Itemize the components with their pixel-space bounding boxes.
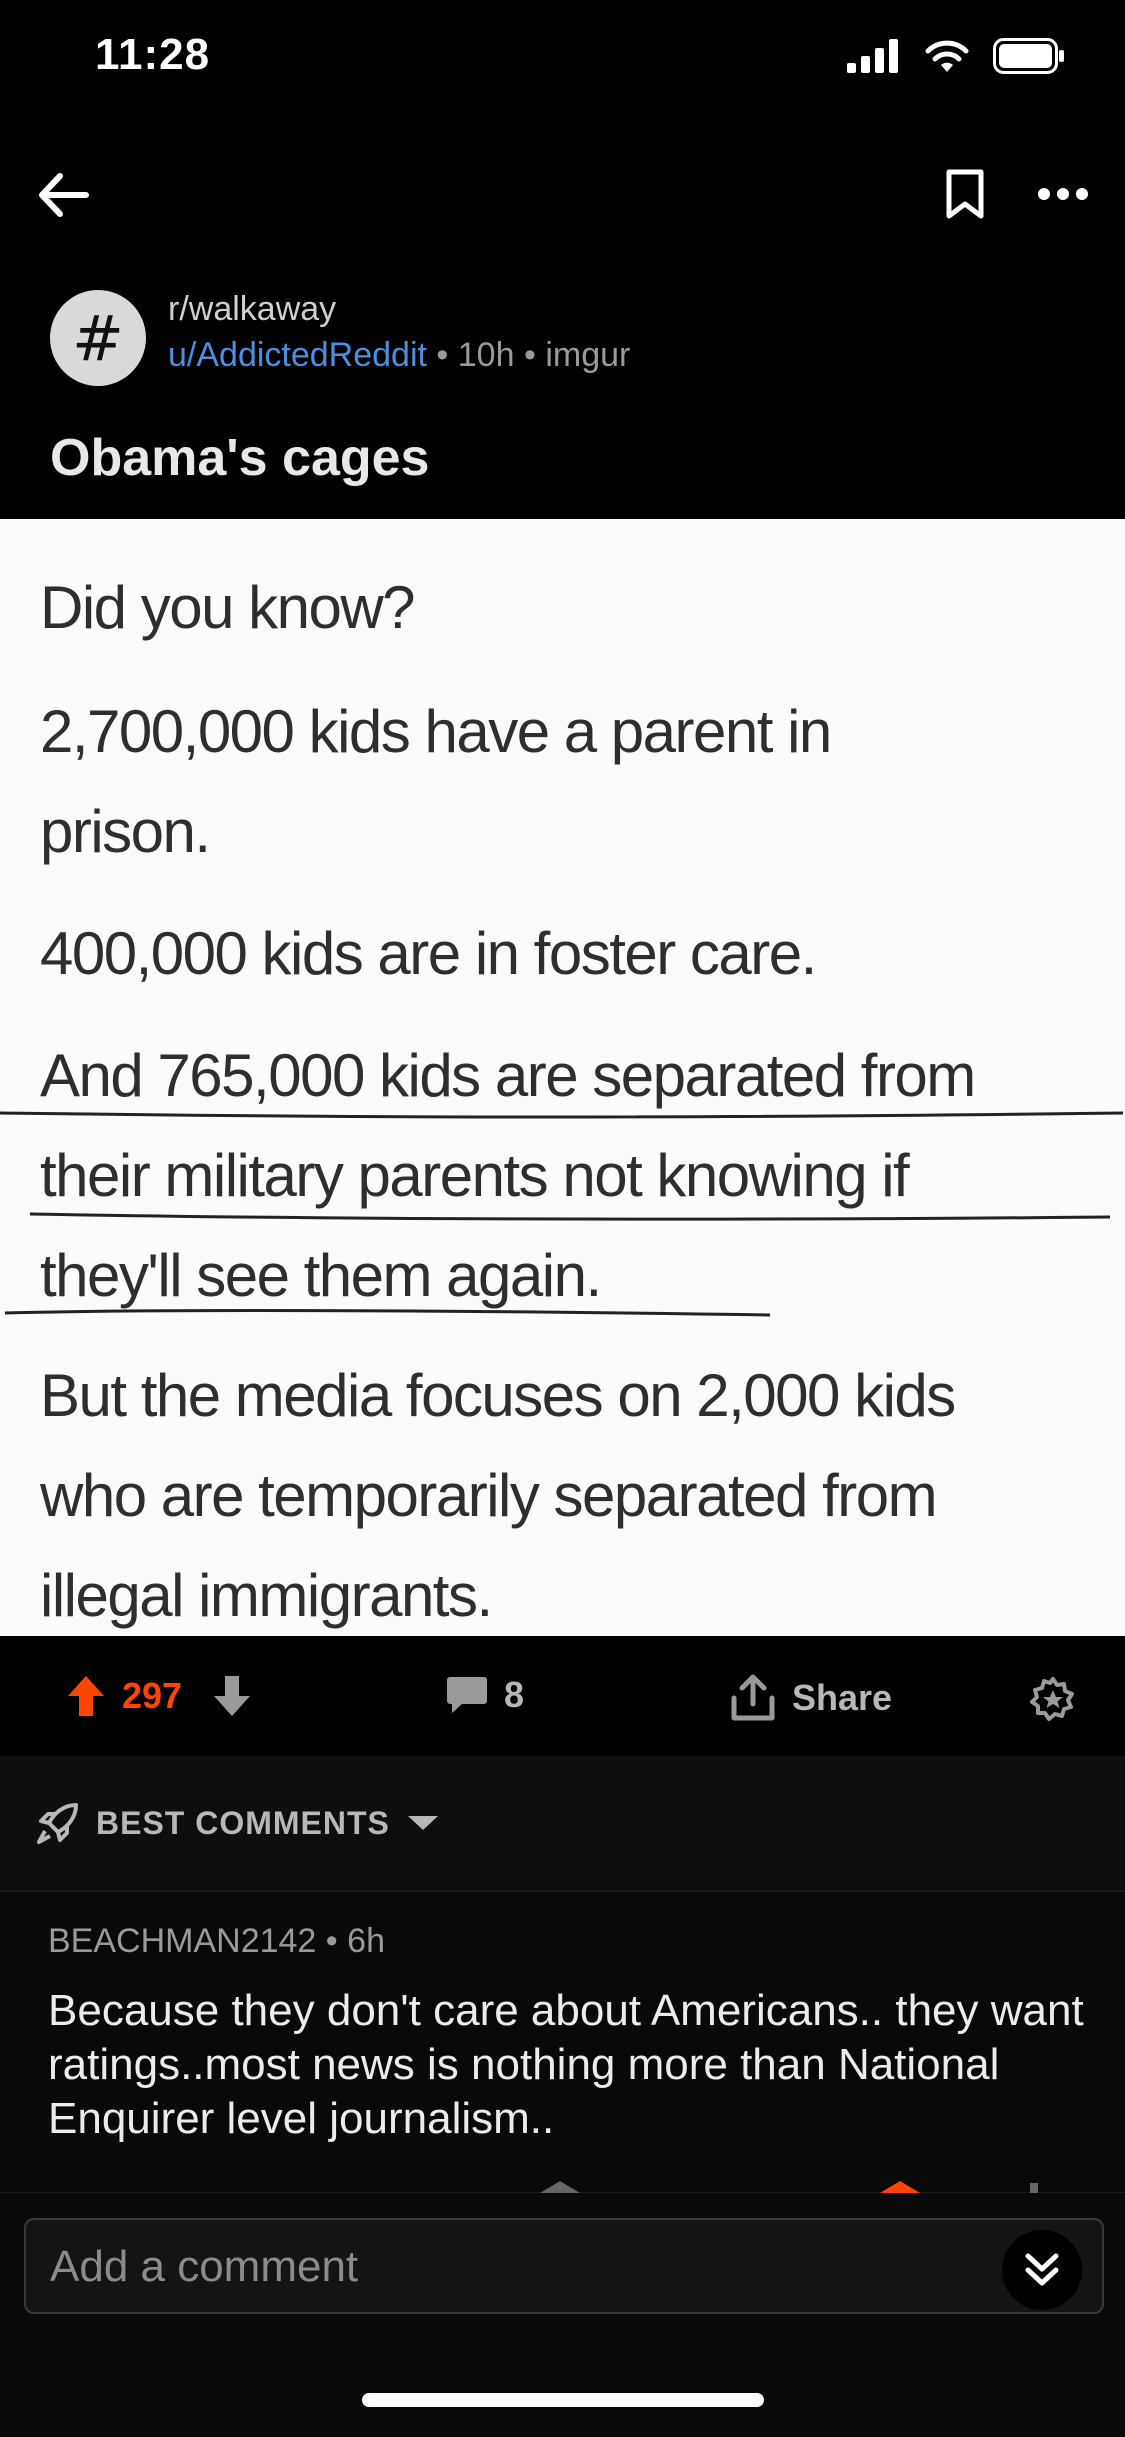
status-time: 11:28 xyxy=(95,30,211,79)
handwritten-underline xyxy=(0,1111,1124,1317)
subreddit-name[interactable]: r/walkaway xyxy=(168,290,336,329)
hash-icon: # xyxy=(72,301,124,375)
chevron-down-icon xyxy=(407,1816,438,1830)
post-meta: u/AddictedReddit • 10h • imgur xyxy=(168,336,630,375)
comments-button[interactable]: 8 xyxy=(446,1674,524,1716)
comment-body: Because they don't care about Americans.… xyxy=(48,1986,1084,2143)
home-indicator[interactable] xyxy=(362,2393,764,2407)
more-options-icon[interactable] xyxy=(1037,187,1089,201)
post-source[interactable]: imgur xyxy=(545,336,630,374)
post-action-bar: 297 8 Share xyxy=(0,1636,1125,1756)
collapse-button[interactable] xyxy=(1002,2230,1082,2310)
comment-author[interactable]: BEACHMAN2142 xyxy=(48,1922,316,1960)
share-label: Share xyxy=(792,1677,893,1718)
comment-sort-button[interactable]: BEST COMMENTS xyxy=(36,1801,440,1845)
comment-meta: BEACHMAN2142 • 6h xyxy=(48,1922,385,1961)
status-icons xyxy=(847,38,1065,74)
back-arrow-icon[interactable] xyxy=(30,160,100,230)
subreddit-avatar[interactable]: # xyxy=(50,290,146,386)
post-age: 10h xyxy=(457,336,515,374)
post-author[interactable]: u/AddictedReddit xyxy=(168,336,427,374)
comment-sort-bar: BEST COMMENTS xyxy=(0,1756,1125,1892)
share-button[interactable]: Share xyxy=(730,1674,892,1722)
bookmark-icon[interactable] xyxy=(945,168,985,220)
comment-composer: Add a comment xyxy=(0,2181,1125,2437)
double-chevron-down-icon xyxy=(1025,2253,1059,2286)
award-icon[interactable] xyxy=(1030,1676,1076,1722)
comment-bubble-icon xyxy=(447,1677,487,1713)
nav-actions xyxy=(945,168,1089,220)
upvote-icon[interactable] xyxy=(66,1674,106,1718)
comment-count: 8 xyxy=(504,1674,525,1715)
post-image[interactable]: Did you know? 2,700,000 kids have a pare… xyxy=(0,519,1125,1636)
downvote-icon[interactable] xyxy=(212,1674,252,1718)
post-title[interactable]: Obama's cages xyxy=(50,428,429,488)
comment-list: BEACHMAN2142 • 6h Because they don't car… xyxy=(0,1892,1125,2192)
meta-separator: • xyxy=(436,336,449,374)
wifi-icon xyxy=(925,40,969,72)
add-comment-placeholder: Add a comment xyxy=(50,2242,359,2291)
add-comment-input[interactable]: Add a comment xyxy=(24,2218,1104,2314)
comment-age: 6h xyxy=(347,1922,385,1960)
signal-icon xyxy=(847,39,898,73)
vote-count: 297 xyxy=(122,1675,183,1716)
share-icon xyxy=(731,1674,775,1721)
rocket-icon xyxy=(37,1803,78,1844)
battery-icon xyxy=(993,38,1064,74)
comment-sort-label: BEST COMMENTS xyxy=(96,1804,390,1841)
meta-separator: • xyxy=(325,1922,338,1960)
meta-separator: • xyxy=(523,336,536,374)
vote-group: 297 xyxy=(66,1674,252,1718)
comment-actions-peek xyxy=(540,2181,1038,2193)
